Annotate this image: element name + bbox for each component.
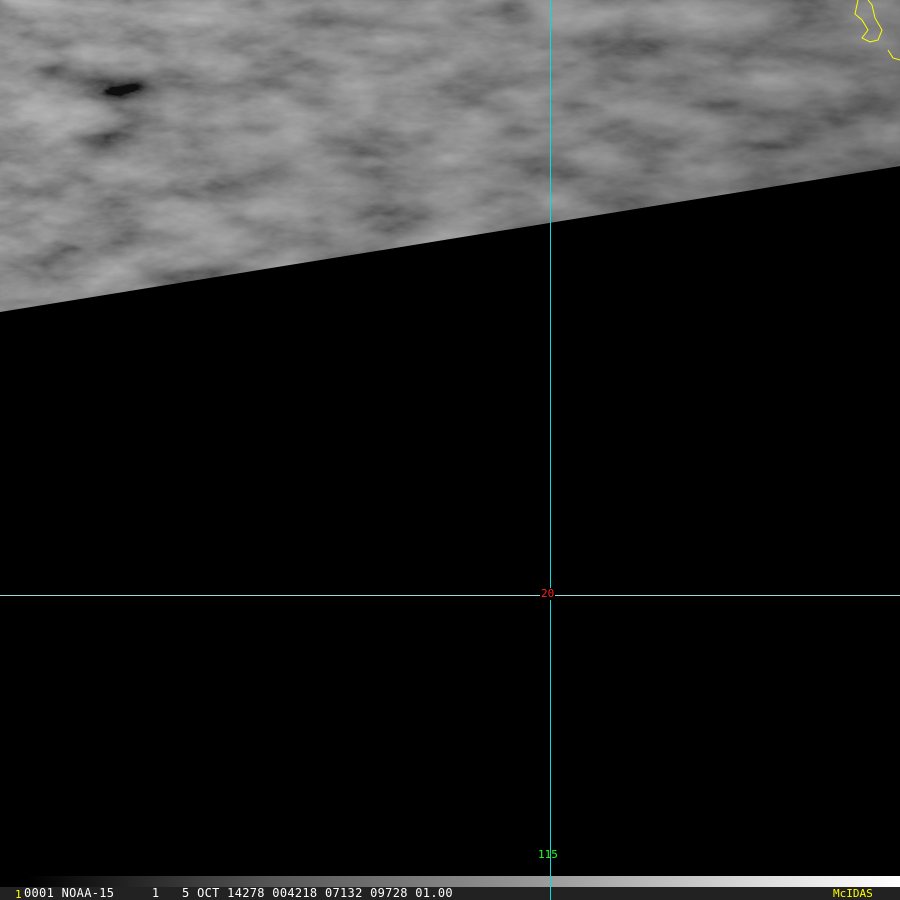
- longitude-label: 115: [538, 848, 558, 861]
- image-info-text: 0001 NOAA-15 1 5 OCT 14278 004218 07132 …: [24, 886, 453, 900]
- cloud-swath: [0, 0, 900, 312]
- satellite-imagery: [0, 0, 900, 876]
- mcidas-brand: McIDAS: [833, 887, 873, 900]
- latitude-label: 20: [540, 587, 556, 600]
- longitude-grid-line-extension: [550, 876, 551, 900]
- satellite-image-viewer: 20 115 1 0001 NOAA-15 1 5 OCT 14278 0042…: [0, 0, 900, 900]
- frame-number: 1: [15, 888, 22, 900]
